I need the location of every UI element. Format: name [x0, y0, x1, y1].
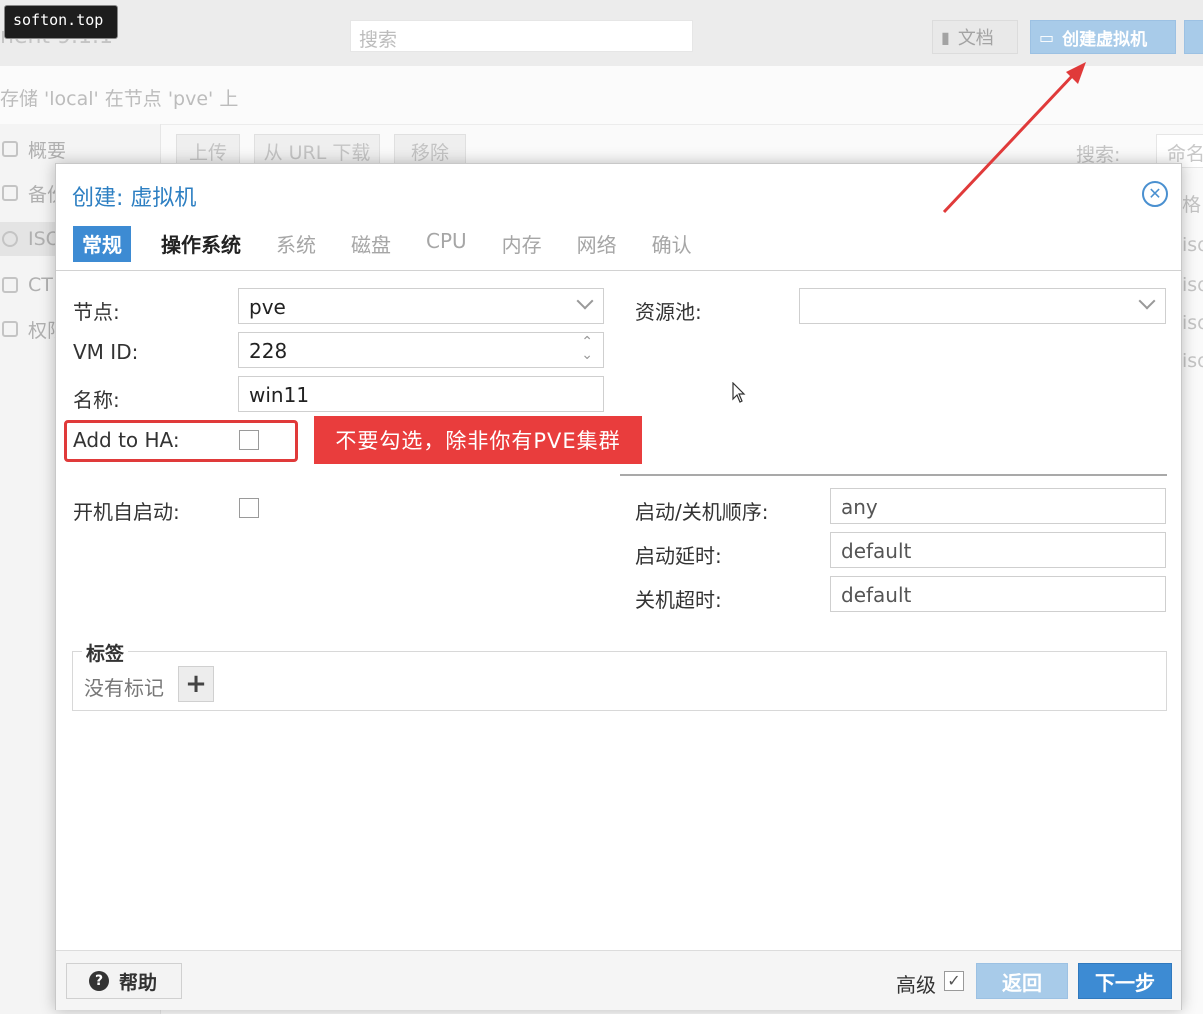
tags-legend: 标签 — [82, 639, 129, 666]
dialog-footer: ? 帮助 高级 ✓ 返回 下一步 — [56, 950, 1181, 1010]
nav-item-summary[interactable]: 概要 — [0, 132, 160, 166]
back-button[interactable]: 返回 — [976, 963, 1068, 999]
close-icon[interactable]: ✕ — [1142, 181, 1168, 207]
tab-memory[interactable]: 内存 — [502, 226, 542, 262]
question-icon: ? — [89, 971, 109, 991]
boot-order-input[interactable]: any — [830, 488, 1166, 524]
global-search-input[interactable]: 搜索 — [350, 20, 693, 52]
advanced-label: 高级 — [896, 973, 936, 997]
name-input[interactable]: win11 — [238, 376, 604, 412]
tab-confirm[interactable]: 确认 — [652, 226, 692, 262]
tags-fieldset — [72, 651, 1167, 711]
book-icon — [2, 141, 18, 157]
tab-os[interactable]: 操作系统 — [161, 226, 241, 262]
add-tag-button[interactable]: + — [178, 666, 214, 702]
lock-icon — [2, 321, 18, 337]
mouse-cursor-icon — [732, 382, 746, 403]
tab-cpu[interactable]: CPU — [426, 226, 467, 262]
create-vm-dialog: 创建: 虚拟机 ✕ 常规 操作系统 系统 磁盘 CPU 内存 网络 确认 节点:… — [55, 163, 1182, 1010]
monitor-icon: ▭ — [1039, 27, 1055, 47]
chevron-down-icon — [576, 292, 594, 310]
create-vm-label: 创建虚拟机 — [1062, 29, 1148, 50]
create-vm-button[interactable]: ▭ 创建虚拟机 — [1030, 20, 1176, 54]
nav-label: CT — [28, 274, 53, 296]
column-header: 格 — [1182, 194, 1202, 216]
no-tags-text: 没有标记 — [84, 676, 164, 700]
plus-icon: + — [185, 669, 207, 699]
create-ct-button[interactable] — [1184, 20, 1203, 54]
help-label: 帮助 — [119, 971, 158, 994]
ha-highlight-box — [64, 420, 298, 462]
vmid-spinner[interactable]: 228 ⌃ ⌄ — [238, 332, 604, 368]
spinner-arrows-icon[interactable]: ⌃ ⌄ — [581, 335, 593, 362]
ha-annotation: 不要勾选，除非你有PVE集群 — [314, 416, 642, 464]
autostart-label: 开机自启动: — [73, 500, 180, 524]
wizard-tabs: 常规 操作系统 系统 磁盘 CPU 内存 网络 确认 — [73, 226, 727, 262]
table-row: iso — [1182, 234, 1203, 256]
watermark: softon.top — [4, 5, 118, 39]
docs-button[interactable]: ▮ 文档 — [932, 20, 1018, 54]
shutdown-timeout-input[interactable]: default — [830, 576, 1166, 612]
dialog-title: 创建: 虚拟机 — [72, 186, 197, 211]
table-row: iso — [1182, 350, 1203, 372]
tab-general[interactable]: 常规 — [73, 226, 131, 262]
tab-disks[interactable]: 磁盘 — [351, 226, 391, 262]
boot-order-label: 启动/关机顺序: — [635, 500, 769, 524]
pool-label: 资源池: — [635, 300, 702, 324]
search-placeholder: 搜索 — [359, 29, 398, 51]
tab-divider — [56, 270, 1181, 271]
storage-title: 存储 'local' 在节点 'pve' 上 — [0, 88, 239, 110]
chevron-down-icon — [1138, 292, 1156, 310]
table-row: iso — [1182, 312, 1203, 334]
startup-delay-label: 启动延时: — [635, 544, 722, 568]
disc-icon — [2, 231, 18, 247]
tab-network[interactable]: 网络 — [577, 226, 617, 262]
node-label: 节点: — [73, 300, 120, 324]
floppy-icon — [2, 185, 18, 201]
help-button[interactable]: ? 帮助 — [66, 963, 182, 999]
vmid-value: 228 — [249, 339, 288, 363]
table-row: iso — [1182, 274, 1203, 296]
nav-label: 概要 — [28, 139, 67, 162]
advanced-checkbox[interactable]: ✓ — [944, 971, 964, 991]
docs-label: 文档 — [957, 28, 994, 49]
shutdown-timeout-label: 关机超时: — [635, 588, 722, 612]
name-label: 名称: — [73, 388, 120, 412]
pool-select[interactable] — [799, 288, 1166, 324]
next-button[interactable]: 下一步 — [1078, 963, 1172, 999]
tab-system[interactable]: 系统 — [276, 226, 316, 262]
cube-icon — [2, 277, 18, 293]
vmid-label: VM ID: — [73, 340, 139, 364]
node-value: pve — [249, 295, 286, 319]
node-select[interactable]: pve — [238, 288, 604, 324]
section-divider — [620, 474, 1167, 476]
autostart-checkbox[interactable] — [239, 498, 259, 518]
book-icon: ▮ — [941, 27, 950, 47]
startup-delay-input[interactable]: default — [830, 532, 1166, 568]
